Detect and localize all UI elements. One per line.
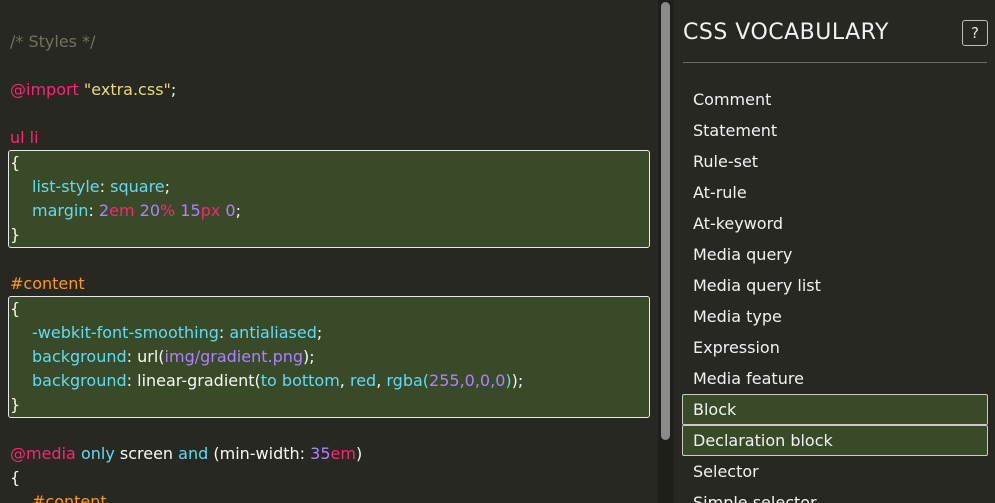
declaration: margin: 2em 20% 15px 0; xyxy=(32,201,241,220)
vocabulary-item[interactable]: Media feature xyxy=(682,363,988,394)
help-button[interactable]: ? xyxy=(962,20,988,46)
code-line: @media only screen and (min-width: 35em) xyxy=(10,444,363,463)
vocabulary-item[interactable]: Media query xyxy=(682,239,988,270)
code-line: ul li xyxy=(10,126,658,150)
vocabulary-item[interactable]: Rule-set xyxy=(682,146,988,177)
declaration: background: linear-gradient(to bottom, r… xyxy=(32,371,524,390)
editor-scrollbar[interactable] xyxy=(658,0,674,503)
vocabulary-item[interactable]: Media query list xyxy=(682,270,988,301)
import-keyword: @import xyxy=(10,80,79,99)
code-editor[interactable]: /* Styles */ @import "extra.css"; ul li … xyxy=(0,0,658,503)
media-keyword: @media xyxy=(10,444,76,463)
declaration: list-style: square; xyxy=(32,177,171,196)
vocabulary-item[interactable]: At-rule xyxy=(682,177,988,208)
vocabulary-item[interactable]: Selector xyxy=(682,456,988,487)
code-line: #content xyxy=(10,272,658,296)
declaration: -webkit-font-smoothing: antialiased; xyxy=(32,323,323,342)
code-content: /* Styles */ @import "extra.css"; ul li … xyxy=(8,30,658,503)
vocabulary-item[interactable]: Declaration block xyxy=(682,425,988,456)
vocabulary-item[interactable]: Block xyxy=(682,394,988,425)
vocabulary-list: Comment Statement Rule-set At-rule At-keywor… xyxy=(682,84,988,503)
import-value: "extra.css" xyxy=(83,80,171,99)
scrollbar-thumb[interactable] xyxy=(661,2,670,440)
divider xyxy=(683,62,987,63)
declaration-block-highlight: { -webkit-font-smoothing: antialiased; b… xyxy=(8,296,650,418)
rule-selector: ul li xyxy=(10,128,39,147)
vocabulary-item[interactable]: At-keyword xyxy=(682,208,988,239)
vocabulary-item[interactable]: Media type xyxy=(682,301,988,332)
code-line: { xyxy=(10,468,21,487)
code-line: @import "extra.css"; xyxy=(10,80,177,99)
vocabulary-panel: CSS VOCABULARY ? Comment Statement Rule-se… xyxy=(674,0,995,503)
rule-selector: #content xyxy=(10,274,85,293)
panel-title: CSS VOCABULARY xyxy=(683,20,889,45)
vocabulary-item[interactable]: Expression xyxy=(682,332,988,363)
declaration: background: url(img/gradient.png); xyxy=(32,347,315,366)
code-line: #content xyxy=(32,492,107,503)
code-comment: /* Styles */ xyxy=(10,32,96,51)
declaration-block-highlight: { list-style: square; margin: 2em 20% 15… xyxy=(8,150,650,248)
vocabulary-item[interactable]: Comment xyxy=(682,84,988,115)
vocabulary-item[interactable]: Statement xyxy=(682,115,988,146)
vocabulary-item[interactable]: Simple selector xyxy=(682,487,988,503)
code-line: /* Styles */ xyxy=(10,30,658,54)
